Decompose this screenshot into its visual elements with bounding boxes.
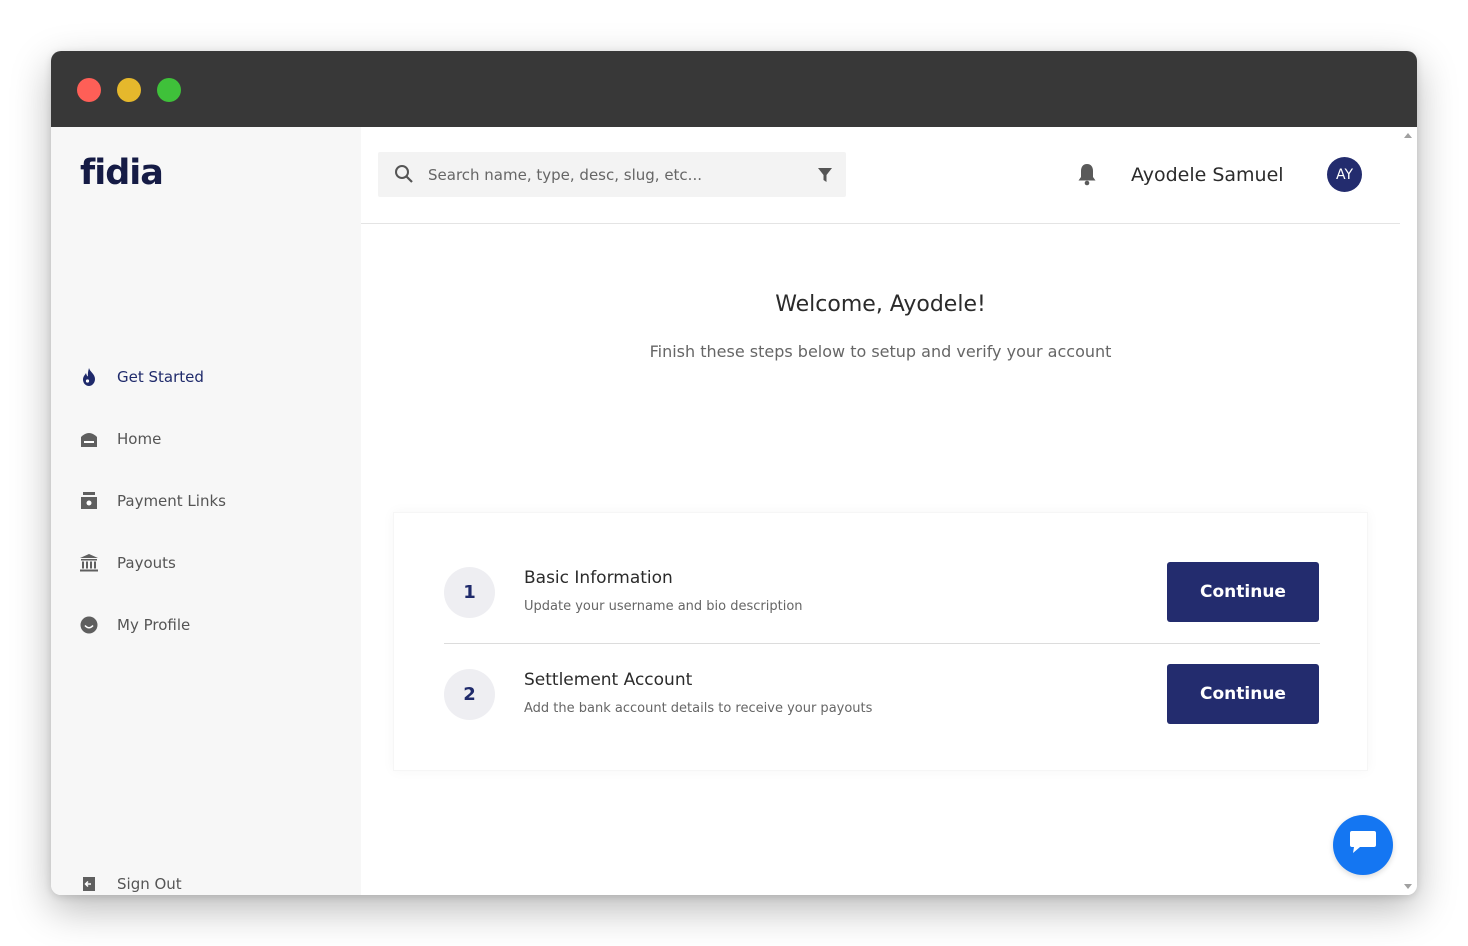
step-description: Add the bank account details to receive … bbox=[524, 701, 873, 716]
window-titlebar bbox=[51, 51, 1417, 127]
top-header: Ayodele Samuel AY bbox=[361, 127, 1400, 224]
search-icon bbox=[394, 164, 414, 188]
sidebar-item-label: Home bbox=[117, 430, 162, 448]
smiley-icon bbox=[79, 615, 99, 635]
sidebar: fidia Get Started Home Payment Links Pay… bbox=[51, 127, 361, 895]
flame-icon bbox=[79, 367, 99, 387]
sidebar-item-my-profile[interactable]: My Profile bbox=[79, 613, 329, 637]
step-description: Update your username and bio description bbox=[524, 599, 803, 614]
scroll-down-arrow[interactable] bbox=[1404, 884, 1412, 889]
user-name[interactable]: Ayodele Samuel bbox=[1131, 164, 1284, 186]
sidebar-item-payment-links[interactable]: Payment Links bbox=[79, 489, 329, 513]
scroll-up-arrow[interactable] bbox=[1404, 133, 1412, 138]
window-minimize-button[interactable] bbox=[117, 78, 141, 102]
welcome-heading: Welcome, Ayodele! bbox=[775, 292, 986, 317]
main-content: Ayodele Samuel AY Welcome, Ayodele! Fini… bbox=[361, 127, 1400, 895]
app-window: fidia Get Started Home Payment Links Pay… bbox=[51, 51, 1417, 895]
search-bar bbox=[378, 152, 846, 197]
cash-register-icon bbox=[79, 491, 99, 511]
step-number: 2 bbox=[444, 669, 495, 720]
vertical-scrollbar[interactable] bbox=[1400, 127, 1417, 895]
step-basic-information: 1 Basic Information Update your username… bbox=[444, 558, 1320, 638]
sidebar-item-payouts[interactable]: Payouts bbox=[79, 551, 329, 575]
window-close-button[interactable] bbox=[77, 78, 101, 102]
sidebar-item-label: My Profile bbox=[117, 616, 191, 634]
setup-steps-card: 1 Basic Information Update your username… bbox=[393, 512, 1368, 771]
step-number: 1 bbox=[444, 567, 495, 618]
logo-text: fidia bbox=[80, 153, 164, 193]
home-icon bbox=[79, 429, 99, 449]
bell-icon[interactable] bbox=[1077, 163, 1097, 190]
chat-bubble-icon bbox=[1348, 830, 1378, 860]
search-input[interactable] bbox=[428, 152, 808, 197]
avatar-initials: AY bbox=[1335, 166, 1354, 183]
sidebar-item-label: Payment Links bbox=[117, 492, 226, 510]
sidebar-item-get-started[interactable]: Get Started bbox=[79, 365, 329, 389]
continue-button-basic-information[interactable]: Continue bbox=[1167, 562, 1319, 622]
sidebar-item-home[interactable]: Home bbox=[79, 427, 329, 451]
bank-icon bbox=[79, 553, 99, 573]
window-maximize-button[interactable] bbox=[157, 78, 181, 102]
sidebar-item-label: Get Started bbox=[117, 368, 204, 386]
chat-button[interactable] bbox=[1333, 815, 1393, 875]
step-settlement-account: 2 Settlement Account Add the bank accoun… bbox=[444, 660, 1320, 740]
sign-out-icon bbox=[79, 874, 99, 894]
continue-button-settlement-account[interactable]: Continue bbox=[1167, 664, 1319, 724]
sign-out-label: Sign Out bbox=[117, 875, 182, 893]
avatar[interactable]: AY bbox=[1327, 157, 1362, 192]
filter-icon[interactable] bbox=[818, 168, 832, 187]
step-divider bbox=[444, 643, 1320, 644]
welcome-subtitle: Finish these steps below to setup and ve… bbox=[649, 342, 1112, 361]
step-title: Basic Information bbox=[524, 568, 673, 588]
sidebar-item-label: Payouts bbox=[117, 554, 176, 572]
step-title: Settlement Account bbox=[524, 670, 693, 690]
sign-out-button[interactable]: Sign Out bbox=[79, 872, 329, 895]
app-logo[interactable]: fidia bbox=[80, 153, 164, 193]
